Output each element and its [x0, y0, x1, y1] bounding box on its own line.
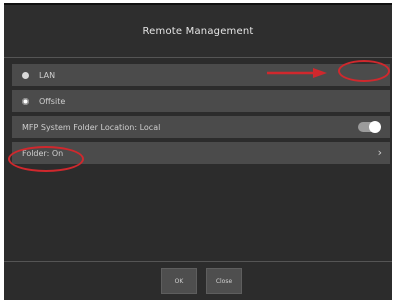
toggle-highlight-ellipse	[338, 60, 390, 82]
footer-bar: OK Close	[4, 261, 392, 300]
remote-management-window: Remote Management LAN Offsite MFP System…	[4, 3, 392, 300]
option-offsite-label: Offsite	[39, 96, 66, 106]
folder-location-label: MFP System Folder Location: Local	[22, 122, 161, 132]
option-lan-label: LAN	[39, 70, 56, 80]
folder-location-setting[interactable]: MFP System Folder Location: Local	[12, 116, 390, 138]
ok-button[interactable]: OK	[161, 268, 197, 294]
annotation-arrow-icon	[267, 68, 327, 78]
chevron-right-icon: ›	[377, 146, 382, 159]
window-title: Remote Management	[142, 25, 254, 37]
radio-selected-icon[interactable]	[22, 97, 29, 105]
option-lan[interactable]: LAN	[12, 64, 390, 86]
close-button[interactable]: Close	[206, 268, 242, 294]
folder-highlight-ellipse	[8, 146, 84, 172]
toggle-knob	[369, 121, 381, 133]
option-offsite[interactable]: Offsite	[12, 90, 390, 112]
title-bar: Remote Management	[4, 5, 392, 58]
folder-location-toggle[interactable]	[358, 121, 381, 133]
radio-button-icon[interactable]	[22, 71, 29, 79]
